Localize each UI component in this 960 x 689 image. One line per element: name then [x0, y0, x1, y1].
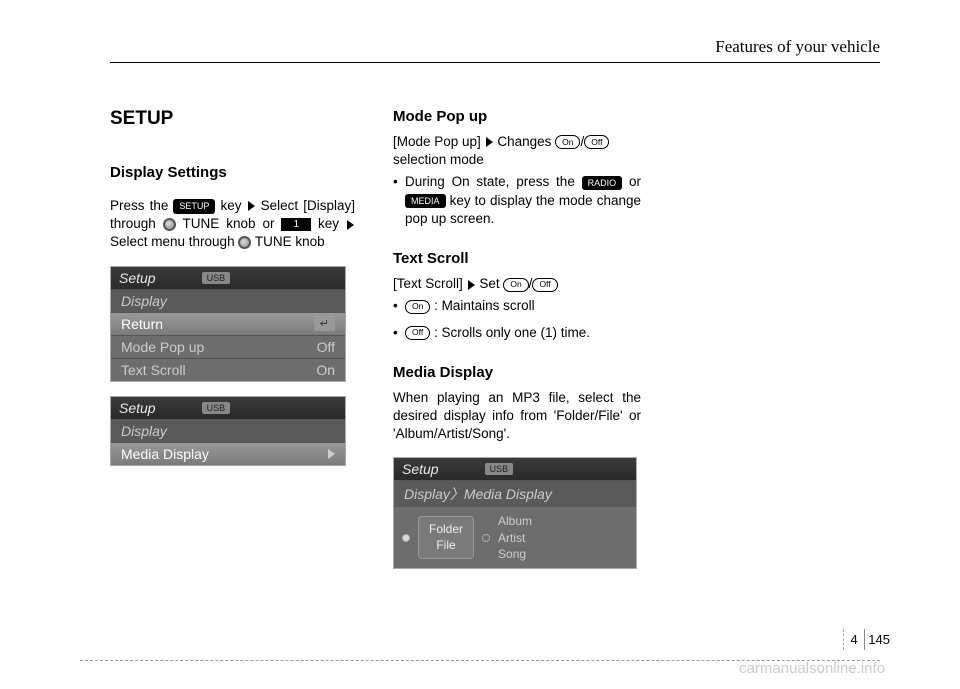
text: Song — [498, 547, 526, 561]
chevron-right-icon — [328, 449, 335, 459]
text-scroll-line: [Text Scroll] Set On/Off — [393, 275, 641, 293]
off-pill: Off — [584, 135, 609, 149]
triangle-icon — [486, 137, 493, 147]
screen-label: Return — [121, 316, 163, 332]
screen-row-text-scroll: Text Scroll On — [111, 358, 345, 381]
off-pill: Off — [532, 278, 557, 292]
radio-selected-icon — [402, 534, 410, 542]
bullet-text: Off : Scrolls only one (1) time. — [405, 324, 590, 342]
media-key-label: MEDIA — [405, 194, 446, 208]
mode-popup-line: [Mode Pop up] Changes On/Off selection m… — [393, 133, 641, 169]
screen-row-display: Display — [111, 289, 345, 312]
screen-label: Display〉Media Display — [404, 484, 552, 504]
screen-breadcrumb: Display〉Media Display — [394, 480, 636, 507]
screen-label: Media Display — [121, 446, 209, 462]
screen-value: On — [316, 362, 335, 378]
on-pill: On — [503, 278, 528, 292]
text: : Scrolls only one (1) time. — [434, 325, 590, 340]
screen-value: Off — [317, 339, 335, 355]
text: Select menu through — [110, 234, 238, 249]
display-settings-paragraph: Press the SETUP key Select [Display] thr… — [110, 197, 355, 252]
triangle-icon — [347, 220, 354, 230]
radio-key-label: RADIO — [582, 176, 623, 190]
mode-popup-bullet: • During On state, press the RADIO or ME… — [393, 173, 641, 228]
section-title: Features of your vehicle — [715, 37, 880, 57]
on-pill: On — [555, 135, 580, 149]
tune-knob-icon — [238, 236, 251, 249]
text: key — [220, 198, 241, 213]
heading-mode-popup: Mode Pop up — [393, 108, 641, 125]
screen-titlebar: Setup USB — [111, 267, 345, 289]
heading-media-display: Media Display — [393, 364, 641, 381]
off-pill: Off — [405, 326, 430, 340]
screen-row-mode-popup: Mode Pop up Off — [111, 335, 345, 358]
screen-title: Setup — [402, 461, 439, 477]
screen-titlebar: Setup USB — [111, 397, 345, 419]
text: TUNE knob — [255, 234, 325, 249]
screen-title: Setup — [119, 270, 156, 286]
option-album-artist-song: Album Artist Song — [498, 513, 532, 562]
column-middle: Mode Pop up [Mode Pop up] Changes On/Off… — [393, 108, 641, 569]
text: File — [436, 538, 455, 552]
text: Artist — [498, 531, 525, 545]
screen-row-media-display: Media Display — [111, 442, 345, 465]
text: Set — [479, 276, 503, 291]
text: During On state, press the — [405, 174, 582, 189]
text: Album — [498, 514, 532, 528]
screen-label: Display — [121, 293, 167, 309]
screen-title: Setup — [119, 400, 156, 416]
return-icon: ↵ — [314, 316, 335, 331]
chapter-number: 4 — [843, 629, 864, 650]
triangle-icon — [468, 280, 475, 290]
screenshot-media-display: Setup USB Display〉Media Display Folder F… — [393, 457, 637, 569]
option-folder-file: Folder File — [418, 516, 474, 559]
screen-row-return: Return ↵ — [111, 312, 345, 335]
heading-setup: SETUP — [110, 108, 355, 130]
screenshot-setup-display-2: Setup USB Display Media Display — [110, 396, 346, 466]
bullet-text: During On state, press the RADIO or MEDI… — [405, 173, 641, 228]
header-rule: Features of your vehicle — [110, 62, 880, 63]
one-key-label: 1 — [281, 218, 311, 232]
screen-row-display: Display — [111, 419, 345, 442]
text: Folder — [429, 522, 463, 536]
screenshot-setup-display-1: Setup USB Display Return ↵ Mode Pop up O… — [110, 266, 346, 382]
text: Press the — [110, 198, 173, 213]
text-scroll-bullet-on: • On : Maintains scroll — [393, 297, 641, 315]
watermark: carmanualsonline.info — [739, 660, 885, 677]
tune-knob-icon — [163, 218, 176, 231]
text-scroll-bullet-off: • Off : Scrolls only one (1) time. — [393, 324, 641, 342]
media-display-paragraph: When playing an MP3 file, select the des… — [393, 389, 641, 444]
text: key — [318, 216, 339, 231]
text: : Maintains scroll — [434, 298, 535, 313]
screen-label: Mode Pop up — [121, 339, 204, 355]
bullet-icon: • — [393, 324, 405, 342]
screen-titlebar: Setup USB — [394, 458, 636, 480]
content-columns: SETUP Display Settings Press the SETUP k… — [110, 108, 880, 569]
screen-media-options: Folder File Album Artist Song — [394, 507, 636, 568]
screen-label: Display — [121, 423, 167, 439]
column-left: SETUP Display Settings Press the SETUP k… — [110, 108, 355, 569]
text: or — [629, 174, 641, 189]
text: TUNE knob or — [183, 216, 282, 231]
bullet-text: On : Maintains scroll — [405, 297, 535, 315]
bullet-icon: • — [393, 297, 405, 315]
setup-key-label: SETUP — [173, 199, 215, 213]
page-number-value: 145 — [868, 632, 890, 647]
bullet-icon: • — [393, 173, 405, 228]
usb-badge: USB — [202, 272, 231, 284]
text: [Text Scroll] — [393, 276, 463, 291]
text: Changes — [497, 134, 555, 149]
heading-display-settings: Display Settings — [110, 164, 355, 181]
screen-label: Text Scroll — [121, 362, 186, 378]
on-pill: On — [405, 300, 430, 314]
heading-text-scroll: Text Scroll — [393, 250, 641, 267]
text: selection mode — [393, 152, 484, 167]
radio-unselected-icon — [482, 534, 490, 542]
triangle-icon — [248, 201, 255, 211]
text: [Mode Pop up] — [393, 134, 481, 149]
usb-badge: USB — [485, 463, 514, 475]
page-number: 4 145 — [843, 632, 890, 647]
usb-badge: USB — [202, 402, 231, 414]
